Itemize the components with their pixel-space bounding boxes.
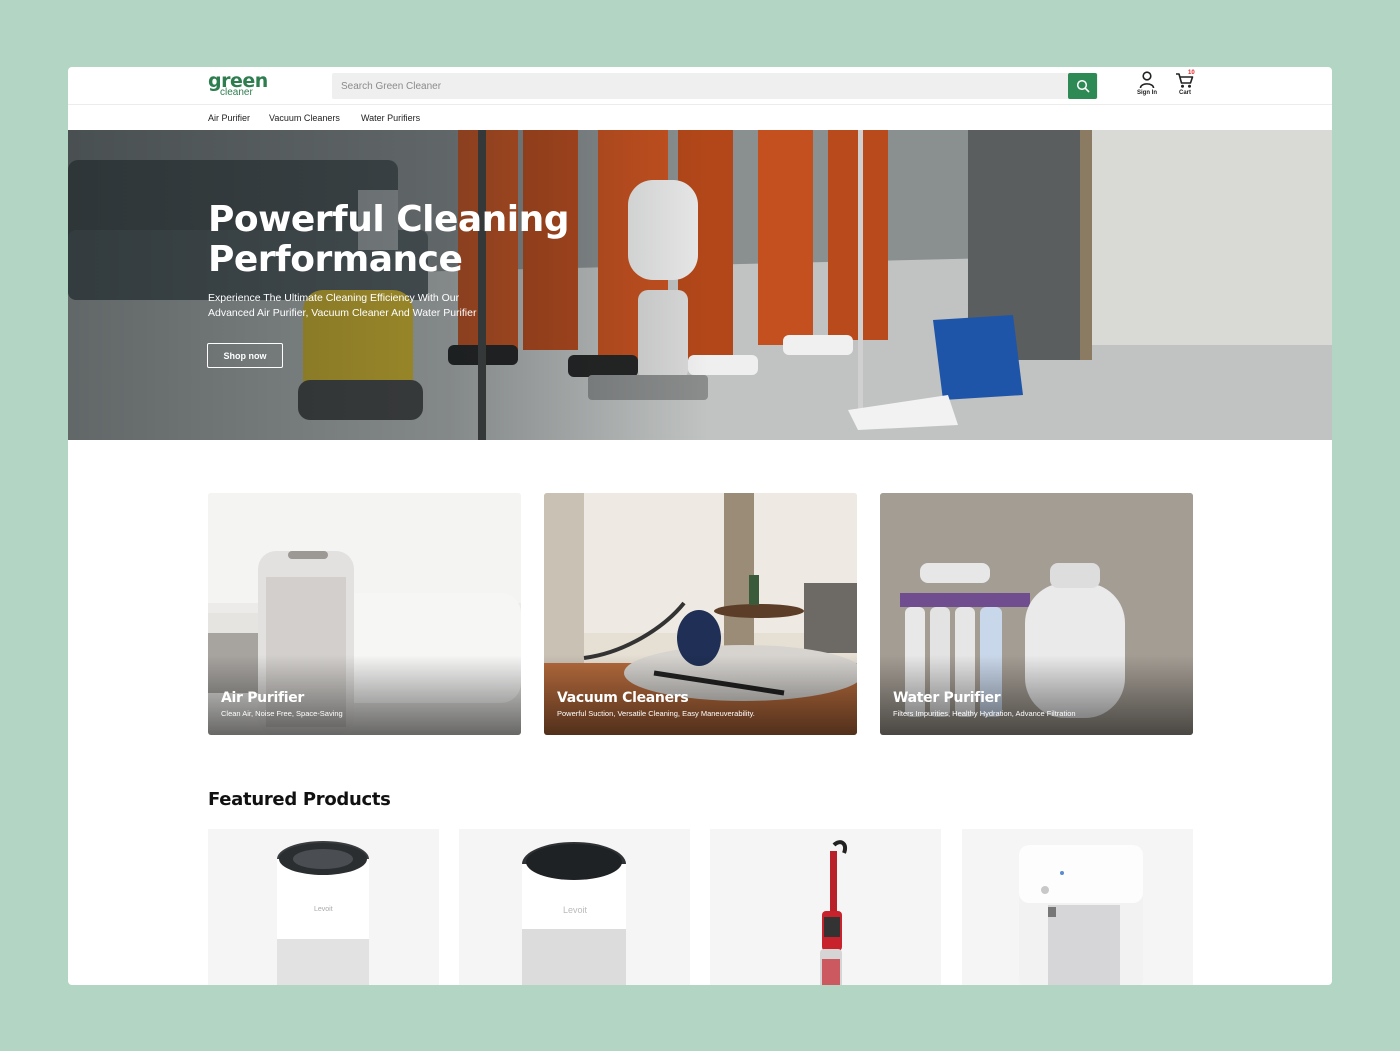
cart-label: Cart bbox=[1178, 90, 1191, 96]
category-card-title: Water Purifier bbox=[893, 690, 1001, 706]
sign-in-label: Sign In bbox=[1137, 90, 1157, 96]
featured-products-title: Featured Products bbox=[208, 789, 391, 810]
browser-page: green cleaner Sign In 10 Cart bbox=[68, 67, 1332, 985]
product-card[interactable]: Levoit bbox=[208, 829, 439, 985]
brand-logo-sub: cleaner bbox=[220, 87, 253, 98]
product-card[interactable] bbox=[710, 829, 941, 985]
hero-title: Powerful Cleaning Performance bbox=[208, 199, 570, 280]
category-card-desc: Powerful Suction, Versatile Cleaning, Ea… bbox=[557, 709, 755, 718]
cart-button[interactable]: 10 Cart bbox=[1169, 70, 1201, 101]
search-icon bbox=[1076, 79, 1089, 93]
category-card-title: Air Purifier bbox=[221, 690, 305, 706]
sign-in-button[interactable]: Sign In bbox=[1131, 71, 1163, 101]
nav-item-vacuum-cleaners[interactable]: Vacuum Cleaners bbox=[269, 113, 340, 123]
nav-item-air-purifier[interactable]: Air Purifier bbox=[208, 113, 250, 123]
product-card[interactable]: Levoit bbox=[459, 829, 690, 985]
cart-count-badge: 10 bbox=[1188, 70, 1195, 76]
water-dispenser-product-image bbox=[1019, 845, 1143, 985]
category-card-vacuum-cleaners[interactable]: Vacuum Cleaners Powerful Suction, Versat… bbox=[544, 493, 857, 735]
category-card-air-purifier[interactable]: Air Purifier Clean Air, Noise Free, Spac… bbox=[208, 493, 521, 735]
category-card-water-purifier[interactable]: Water Purifier Filters Impurities, Healt… bbox=[880, 493, 1193, 735]
air-purifier-product-image: Levoit bbox=[522, 842, 626, 985]
product-card[interactable] bbox=[962, 829, 1193, 985]
nav-item-water-purifiers[interactable]: Water Purifiers bbox=[361, 113, 420, 123]
hero-subtitle: Experience The Ultimate Cleaning Efficie… bbox=[208, 292, 477, 319]
hero-overlay bbox=[68, 130, 708, 440]
category-nav: Air Purifier Vacuum Cleaners Water Purif… bbox=[68, 105, 1332, 130]
search-input[interactable] bbox=[332, 73, 1098, 99]
shop-now-button[interactable]: Shop now bbox=[207, 343, 283, 368]
site-header: green cleaner Sign In 10 Cart bbox=[68, 67, 1332, 105]
user-icon bbox=[1139, 71, 1155, 89]
category-card-desc: Clean Air, Noise Free, Space-Saving bbox=[221, 709, 343, 718]
category-card-desc: Filters Impurities, Healthy Hydration, A… bbox=[893, 709, 1076, 718]
product-brand-mark: Levoit bbox=[314, 906, 333, 913]
hero-banner: Powerful Cleaning Performance Experience… bbox=[68, 130, 1332, 440]
air-purifier-product-image: Levoit bbox=[277, 841, 369, 985]
brand-logo[interactable]: green cleaner bbox=[208, 71, 268, 100]
category-card-title: Vacuum Cleaners bbox=[557, 690, 689, 706]
search-button[interactable] bbox=[1068, 73, 1097, 99]
vacuum-product-image bbox=[820, 840, 847, 985]
product-brand-mark: Levoit bbox=[563, 905, 588, 915]
